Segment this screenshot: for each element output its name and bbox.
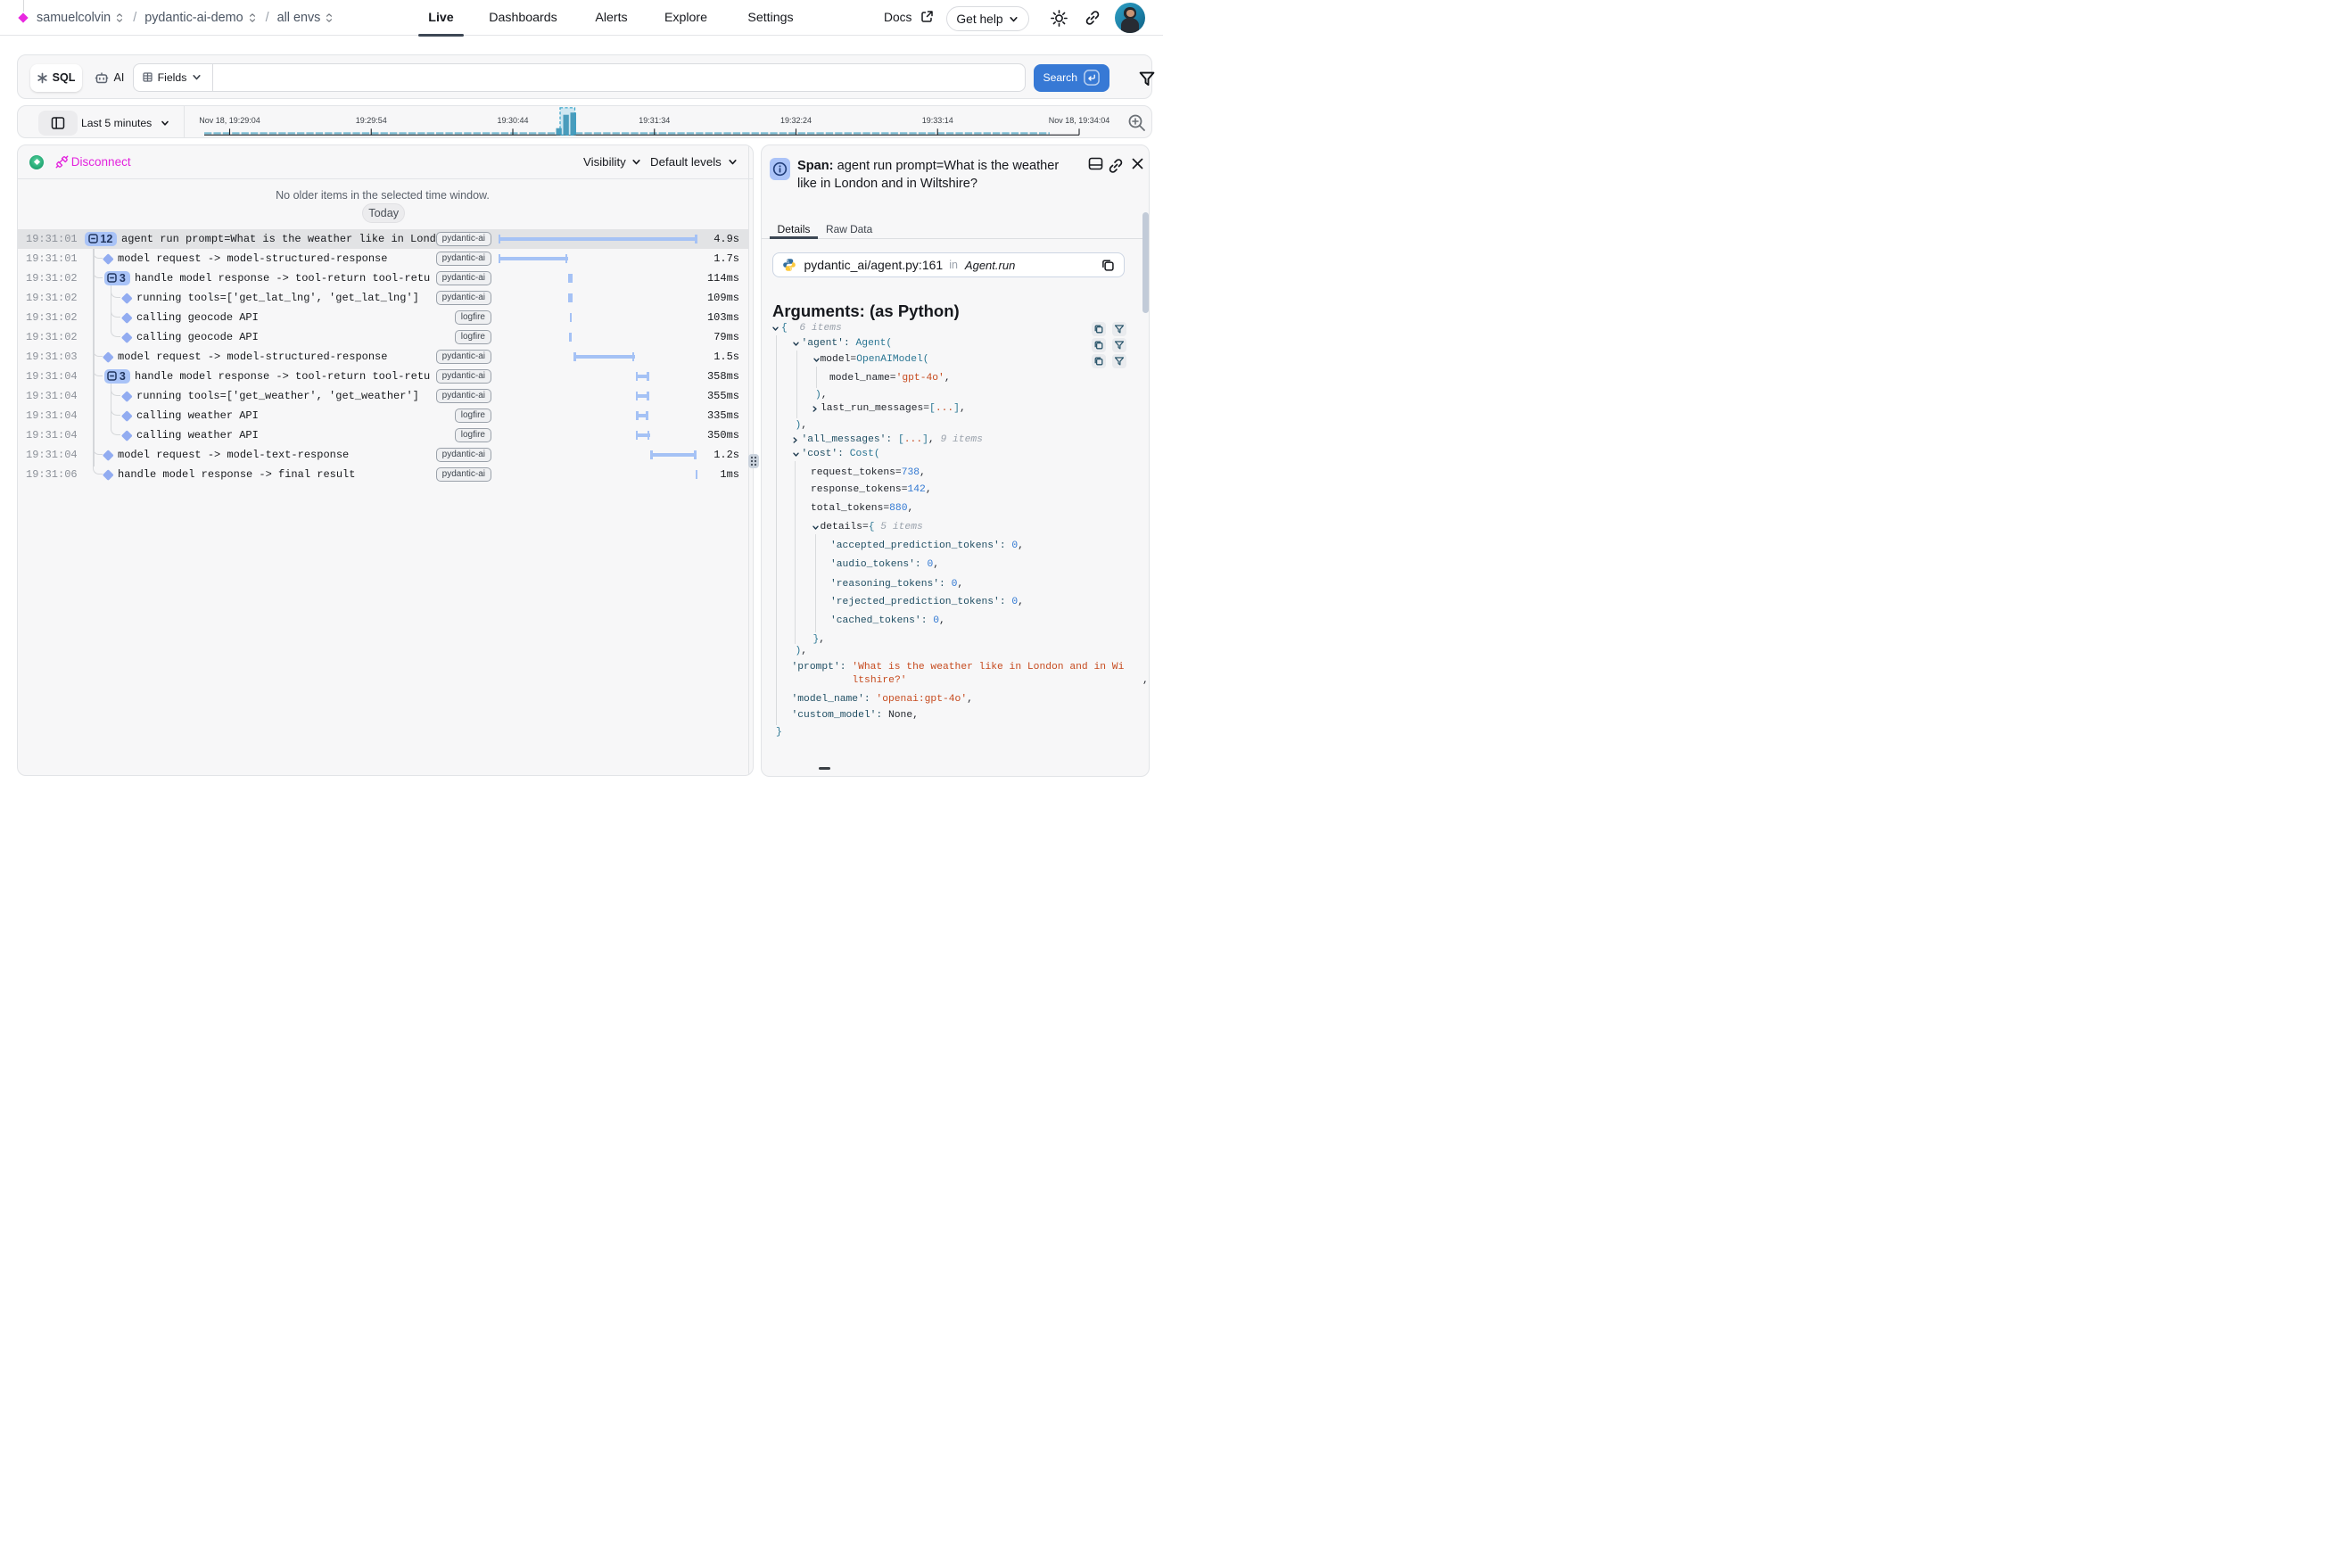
- svg-text:19:32:24: 19:32:24: [779, 116, 811, 125]
- svg-text:19:31:34: 19:31:34: [639, 116, 670, 125]
- svg-text:19:29:54: 19:29:54: [355, 116, 386, 125]
- svg-text:19:33:14: 19:33:14: [921, 116, 953, 125]
- svg-text:Nov 18, 19:34:04: Nov 18, 19:34:04: [1048, 116, 1109, 125]
- svg-text:Nov 18, 19:29:04: Nov 18, 19:29:04: [199, 116, 260, 125]
- svg-text:19:30:44: 19:30:44: [497, 116, 528, 125]
